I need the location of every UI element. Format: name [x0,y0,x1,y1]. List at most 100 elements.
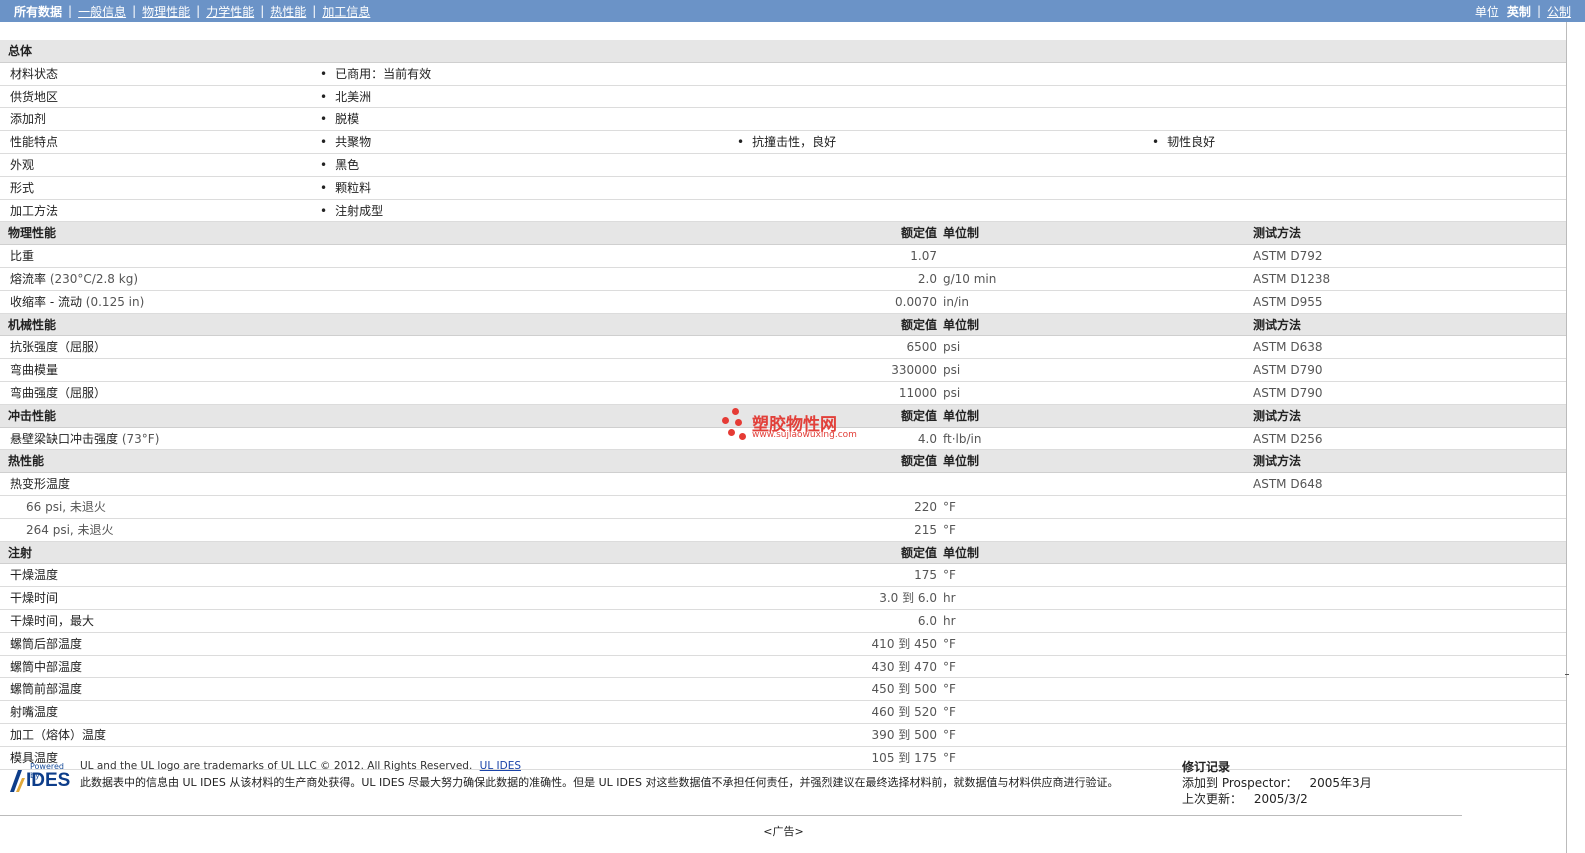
injection-row: 干燥时间，最大 6.0 hr [0,610,1567,633]
unit-metric[interactable]: 公制 [1547,3,1571,20]
row-value: 410 到 450 [871,636,937,651]
row-unit: in/in [943,294,969,309]
header-method: 测试方法 [1253,226,1302,241]
header-unit: 单位制 [943,454,980,469]
row-condition: (73°F) [121,431,160,446]
right-border [1566,22,1567,853]
row-label: 加工（熔体）温度 [10,727,107,742]
row-label: 熔流率 (230°C/2.8 kg) [10,268,138,290]
nav-separator: | [68,4,73,18]
header-unit: 单位制 [943,545,980,560]
header-nominal: 额定值 [900,317,937,332]
unit-english[interactable]: 英制 [1507,3,1531,20]
nav-physical[interactable]: 物理性能 [142,3,190,20]
row-label: 弯曲强度（屈服） [10,385,107,400]
added-value: 2005年3月 [1309,776,1372,790]
row-value: 390 到 500 [871,727,937,742]
row-value: 注射成型 [320,200,383,222]
nav-separator: | [132,4,137,18]
top-nav-bar: 所有数据 | 一般信息 | 物理性能 | 力学性能 | 热性能 | 加工信息 单… [0,0,1585,22]
row-value: 4.0 [917,431,937,446]
physical-row: 收缩率 - 流动 (0.125 in) 0.0070 in/in ASTM D9… [0,291,1567,314]
nav-thermal[interactable]: 热性能 [270,3,306,20]
row-value: 2.0 [917,271,937,286]
thermal-row: 264 psi, 未退火 215 °F [0,519,1567,542]
row-label: 干燥时间，最大 [10,613,95,628]
row-label: 外观 [10,157,35,172]
nav-processing[interactable]: 加工信息 [322,3,370,20]
row-unit: °F [943,636,956,651]
row-method: ASTM D638 [1253,340,1323,355]
general-row-processing: 加工方法 注射成型 [0,200,1567,223]
section-title: 热性能 [8,454,45,469]
physical-row: 熔流率 (230°C/2.8 kg) 2.0 g/10 min ASTM D12… [0,268,1567,291]
row-unit: °F [943,659,956,674]
row-value: 北美洲 [320,86,371,108]
section-mechanical: 机械性能 额定值 单位制 测试方法 [0,313,1567,337]
general-row-additive: 添加剂 脱模 [0,108,1567,132]
row-method: ASTM D955 [1253,294,1323,309]
row-unit: °F [943,727,956,742]
row-label: 性能特点 [10,135,59,150]
general-row-appearance: 外观 黑色 [0,154,1567,177]
row-method: ASTM D790 [1253,385,1323,400]
row-label: 螺筒后部温度 [10,636,83,651]
row-value: 3.0 到 6.0 [879,591,937,606]
row-label: 66 psi, 未退火 [26,499,106,514]
row-method: ASTM D648 [1253,477,1323,492]
row-value: 黑色 [320,154,359,176]
row-value: 已商用：当前有效 [320,63,431,85]
section-title: 物理性能 [8,226,57,241]
row-unit: psi [943,340,961,355]
section-general: 总体 [0,40,1567,63]
row-label: 收缩率 - 流动 (0.125 in) [10,291,144,313]
row-method: ASTM D790 [1253,363,1323,378]
section-title: 总体 [8,44,33,58]
header-unit: 单位制 [943,226,980,241]
updated-label: 上次更新： [1182,792,1243,806]
row-value: 1.07 [910,249,937,264]
thermal-parent-row: 热变形温度 ASTM D648 [0,473,1567,496]
nav-mechanical[interactable]: 力学性能 [206,3,254,20]
row-value: 460 到 520 [871,705,937,720]
section-thermal: 热性能 额定值 单位制 测试方法 [0,450,1567,474]
nav-general-info[interactable]: 一般信息 [78,3,126,20]
row-unit: °F [943,705,956,720]
header-nominal: 额定值 [900,408,937,423]
row-label: 弯曲模量 [10,363,59,378]
row-label: 抗张强度（屈服） [10,340,107,355]
general-row-features: 性能特点 共聚物 抗撞击性，良好 韧性良好 [0,131,1567,154]
ad-placeholder[interactable]: <广告> [0,823,1567,839]
row-value: 450 到 500 [871,682,937,697]
row-value: 颗粒料 [320,177,371,199]
unit-separator: | [1536,4,1541,18]
section-title: 机械性能 [8,317,57,332]
header-unit: 单位制 [943,317,980,332]
datasheet-table: 总体 材料状态 已商用：当前有效 供货地区 北美洲 添加剂 脱模 性能特点 共聚… [0,40,1567,770]
row-value: 330000 [891,363,937,378]
row-condition: (230°C/2.8 kg) [49,271,138,286]
mechanical-row: 弯曲强度（屈服） 11000 psi ASTM D790 [0,382,1567,405]
row-label: 材料状态 [10,66,59,81]
row-value: 6.0 [917,613,937,628]
row-unit: g/10 min [943,271,997,286]
row-value: 11000 [898,385,937,400]
header-method: 测试方法 [1253,317,1302,332]
revision-title: 修订记录 [1182,760,1231,774]
row-method: ASTM D256 [1253,431,1323,446]
nav-all-data[interactable]: 所有数据 [14,3,62,20]
row-label: 添加剂 [10,112,47,127]
injection-row: 螺筒后部温度 410 到 450 °F [0,633,1567,656]
section-title: 注射 [8,545,33,560]
disclaimer: 此数据表中的信息由 UL IDES 从该材料的生产商处获得。UL IDES 尽最… [80,776,1119,789]
row-value: 220 [914,499,937,514]
nav-separator: | [312,4,317,18]
row-unit: psi [943,363,961,378]
row-unit: hr [943,591,956,606]
row-label: 射嘴温度 [10,705,59,720]
row-label: 加工方法 [10,203,59,218]
row-label: 热变形温度 [10,477,71,492]
trademark-text: UL and the UL logo are trademarks of UL … [80,760,473,772]
ul-ides-link[interactable]: UL IDES [480,760,521,772]
row-value: 共聚物 [320,131,371,153]
